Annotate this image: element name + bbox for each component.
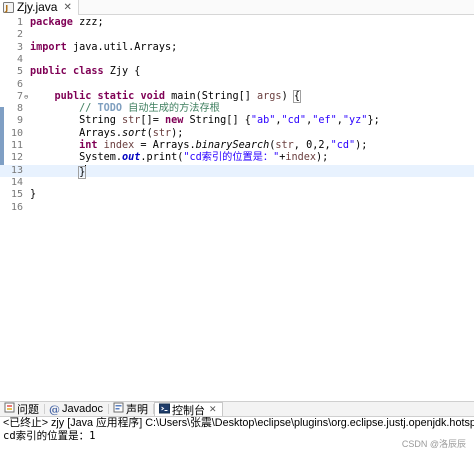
line-gutter[interactable]: 12 xyxy=(0,152,26,164)
line-number: 10 xyxy=(10,127,23,139)
code-text: package zzz; xyxy=(30,17,104,28)
close-icon[interactable]: ✕ xyxy=(63,2,71,13)
line-number: 14 xyxy=(10,176,23,188)
editor-tab-label: Zjy.java xyxy=(17,0,58,14)
tab-console[interactable]: 控制台 ✕ xyxy=(153,402,223,417)
code-line[interactable]: 2 xyxy=(0,29,474,41)
line-gutter[interactable]: 5 xyxy=(0,66,26,78)
line-number: 5 xyxy=(16,66,23,78)
code-text: import java.util.Arrays; xyxy=(30,41,178,53)
code-line[interactable]: 9 String str[]= new String[] {"ab","cd",… xyxy=(0,115,474,127)
code-line[interactable]: 14 xyxy=(0,177,474,189)
line-number: 3 xyxy=(16,41,23,53)
code-line[interactable]: 3 import java.util.Arrays; xyxy=(0,42,474,54)
line-number: 15 xyxy=(10,189,23,201)
line-gutter[interactable]: 1 xyxy=(0,17,26,29)
code-text: int index = Arrays.binarySearch(str, 0,2… xyxy=(79,140,368,151)
tab-declaration-label: 声明 xyxy=(125,404,148,416)
line-number: 12 xyxy=(10,152,23,164)
code-text: } xyxy=(30,189,37,201)
tab-console-label: 控制台 xyxy=(171,404,205,417)
tab-problems-label: 问题 xyxy=(17,404,39,416)
editor-tab-bar: J Zjy.java ✕ xyxy=(0,0,474,15)
line-gutter[interactable]: 14 xyxy=(0,177,26,189)
line-number: 9 xyxy=(16,115,23,127)
line-gutter[interactable]: 3 xyxy=(0,42,26,54)
line-number: 16 xyxy=(10,201,23,213)
code-line[interactable]: 8 // TODO 自动生成的方法存根 xyxy=(0,103,474,115)
code-line[interactable]: 16 xyxy=(0,202,474,214)
code-text: String str[]= new String[] {"ab","cd","e… xyxy=(30,115,380,127)
line-number: 6 xyxy=(16,78,23,90)
console-tab-strip: 问题 @ Javadoc 声明 控制台 ✕ xyxy=(0,401,474,417)
declaration-icon xyxy=(113,402,124,416)
code-text: System.out.print("cd索引的位置是："+index); xyxy=(30,152,329,164)
line-number: 7 xyxy=(16,90,23,102)
line-gutter[interactable]: 4 xyxy=(0,54,26,66)
line-number: 4 xyxy=(16,53,23,65)
line-number: 1 xyxy=(16,17,23,28)
line-gutter[interactable]: 6 xyxy=(0,79,26,91)
console-output-area[interactable]: cd索引的位置是：1 CSDN @洛辰辰 xyxy=(0,430,474,454)
code-line[interactable]: 6 xyxy=(0,79,474,91)
code-line[interactable]: 11 int index = Arrays.binarySearch(str, … xyxy=(0,140,474,152)
javadoc-icon: @ xyxy=(49,402,60,416)
tab-declaration[interactable]: 声明 xyxy=(109,402,153,416)
line-number: 13 xyxy=(10,164,23,176)
line-gutter[interactable]: 7 ⊖ xyxy=(0,90,28,103)
console-icon xyxy=(158,403,170,417)
watermark: CSDN @洛辰辰 xyxy=(401,439,466,449)
line-gutter[interactable]: 10 xyxy=(0,128,26,140)
editor-tab-zjy-java[interactable]: J Zjy.java ✕ xyxy=(0,0,79,15)
line-gutter[interactable]: 8 xyxy=(0,103,26,115)
line-number: 11 xyxy=(10,140,23,151)
tab-javadoc-label: Javadoc xyxy=(62,403,103,415)
code-line[interactable]: 15} xyxy=(0,189,474,201)
code-text: public class Zjy { xyxy=(30,66,141,78)
console-status: <已终止> zjy [Java 应用程序] C:\Users\张震\Deskto… xyxy=(3,417,474,429)
close-icon[interactable]: ✕ xyxy=(209,404,217,415)
code-line[interactable]: 4 xyxy=(0,54,474,66)
line-number: 2 xyxy=(16,29,23,41)
code-text: Arrays.sort(str); xyxy=(30,127,184,139)
code-line[interactable]: 7 ⊖ public static void main(String[] args… xyxy=(0,89,474,103)
line-gutter[interactable]: 16 xyxy=(0,202,26,214)
code-line[interactable]: 5 public class Zjy { xyxy=(0,66,474,78)
code-text: // TODO 自动生成的方法存根 xyxy=(79,103,220,115)
code-editor[interactable]: 1 package zzz; 2 3 import java.util.Arrays; 4… xyxy=(0,15,474,400)
line-gutter[interactable]: 13 xyxy=(0,165,26,177)
tab-problems[interactable]: 问题 xyxy=(0,402,44,416)
line-gutter[interactable]: 9 xyxy=(0,115,26,127)
svg-text:J: J xyxy=(4,4,8,13)
code-line[interactable]: 10 Arrays.sort(str); xyxy=(0,128,474,140)
line-number: 8 xyxy=(16,103,23,115)
problems-icon xyxy=(4,402,15,416)
line-gutter[interactable]: 2 xyxy=(0,29,26,41)
tab-javadoc[interactable]: @ Javadoc xyxy=(45,402,108,416)
code-line[interactable]: 1 package zzz; xyxy=(0,17,474,29)
code-line[interactable]: 13 } xyxy=(0,164,474,179)
code-text: public static void main(String[] args) { xyxy=(54,89,302,103)
code-line[interactable]: 12 System.out.print("cd索引的位置是："+index); xyxy=(0,152,474,164)
java-file-icon: J xyxy=(3,2,14,13)
console-output-line: cd索引的位置是：1 xyxy=(3,430,96,442)
line-gutter[interactable]: 11 xyxy=(0,140,26,152)
line-gutter[interactable]: 15 xyxy=(0,189,26,201)
